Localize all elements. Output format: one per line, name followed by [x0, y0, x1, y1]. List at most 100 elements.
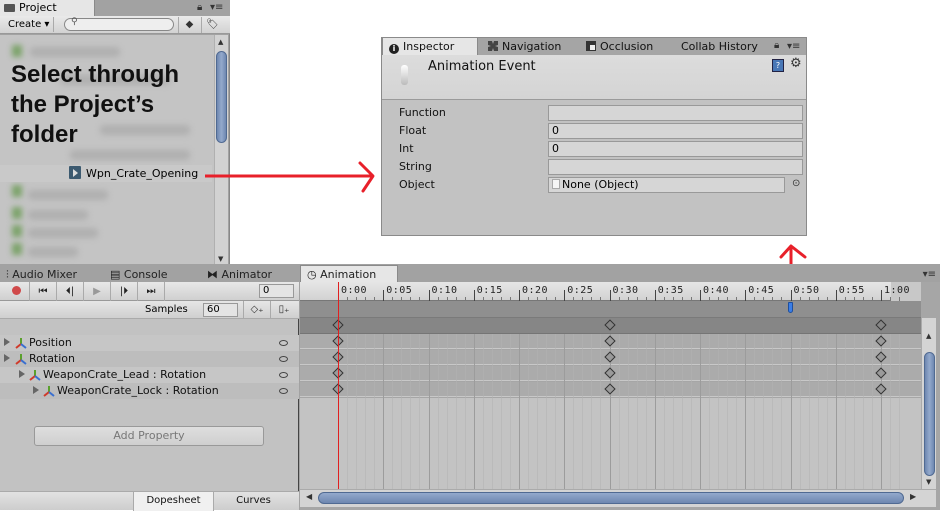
scroll-down-icon[interactable]: ▼: [926, 478, 931, 486]
grid-line-minor: [772, 334, 774, 489]
ruler-tick-major: [881, 290, 882, 301]
expand-arrow-icon[interactable]: [33, 386, 39, 394]
panel-menu-icon[interactable]: ▾≡: [923, 269, 936, 280]
time-ruler[interactable]: 0:00 0:05 0:10 0:15 0:20 0:25 0:30 0:35 0:40 0:45…: [300, 282, 921, 301]
ruler-tick-major: [519, 290, 520, 301]
arrow-right: [205, 161, 375, 193]
tab-dopesheet[interactable]: Dopesheet: [133, 492, 213, 511]
grid-line-minor: [844, 334, 846, 489]
grid-line-minor: [392, 334, 394, 489]
samples-field[interactable]: 60: [203, 303, 238, 317]
grid-line-minor: [681, 334, 683, 489]
grid-line-minor: [808, 334, 810, 489]
tab-console[interactable]: ▤ Console: [110, 267, 168, 282]
playhead[interactable]: [338, 282, 339, 489]
expand-arrow-icon[interactable]: [4, 338, 10, 346]
dopesheet-timeline[interactable]: 0:00 0:05 0:10 0:15 0:20 0:25 0:30 0:35 0:40 0:45…: [300, 282, 940, 510]
tab-animation[interactable]: ◷ Animation: [300, 265, 398, 282]
grid-line-minor: [899, 334, 901, 489]
timeline-horizontal-scrollbar[interactable]: ◀ ▶: [300, 489, 936, 507]
visibility-icon[interactable]: [279, 356, 288, 362]
grid-line-minor: [446, 334, 448, 489]
visibility-icon[interactable]: [279, 372, 288, 378]
grid-line-minor: [871, 334, 873, 489]
grid-line-minor: [718, 334, 720, 489]
samples-label: Samples: [145, 304, 188, 315]
property-row[interactable]: Position: [0, 335, 299, 351]
ruler-tick-major: [654, 290, 656, 301]
grid-line-minor: [419, 334, 421, 489]
tab-label: Console: [123, 268, 168, 281]
view-mode-tabs: Dopesheet Curves: [0, 491, 299, 511]
tab-animator[interactable]: ⧓ Animator: [207, 267, 272, 282]
grid-line-major: [745, 334, 747, 489]
ruler-tick-major: [383, 290, 385, 301]
visibility-icon[interactable]: [279, 388, 288, 394]
ruler-tick-major: [473, 290, 475, 301]
grid-line-minor: [582, 334, 584, 489]
expand-arrow-icon[interactable]: [19, 370, 25, 378]
grid-line-minor: [853, 334, 855, 489]
scrollbar-thumb[interactable]: [318, 492, 904, 504]
grid-line-minor: [528, 334, 530, 489]
ruler-tick-label: 0:55: [838, 285, 865, 296]
record-button[interactable]: [3, 282, 30, 301]
tab-audio-mixer[interactable]: ⫶ Audio Mixer: [6, 267, 77, 282]
ruler-tick-major: [609, 290, 611, 301]
grid-line-major: [473, 334, 475, 489]
play-button[interactable]: ▶: [84, 282, 111, 301]
property-row[interactable]: WeaponCrate_Lead : Rotation: [0, 367, 299, 383]
grid-line-minor: [690, 334, 692, 489]
grid-line-minor: [410, 334, 412, 489]
grid-line-minor: [736, 334, 738, 489]
grid-line-minor: [763, 334, 765, 489]
add-event-button[interactable]: ▯₊: [270, 301, 297, 319]
ruler-tick-label: 0:40: [703, 285, 730, 296]
ruler-tick-label: 1:00: [884, 285, 911, 296]
ruler-tick-label: 0:00: [341, 285, 368, 296]
next-keyframe-button[interactable]: |⏵: [111, 282, 138, 301]
event-lane[interactable]: [300, 301, 921, 318]
property-row[interactable]: Rotation: [0, 351, 299, 367]
grid-line-minor: [754, 334, 756, 489]
timeline-vertical-scrollbar[interactable]: ▲ ▼: [921, 318, 936, 489]
grid-line-minor: [437, 334, 439, 489]
expand-arrow-icon[interactable]: [4, 354, 10, 362]
animation-event-marker[interactable]: [787, 302, 793, 313]
visibility-icon[interactable]: [279, 340, 288, 346]
transform-axis-icon: [15, 354, 27, 365]
ruler-tick-major: [564, 290, 566, 301]
bottom-tabbar: ⫶ Audio Mixer ▤ Console ⧓ Animator ◷ Ani…: [0, 264, 940, 282]
scroll-up-icon[interactable]: ▲: [926, 332, 931, 340]
animation-controls-panel: ⏮ ⏴| ▶ |⏵ ⏭ 0 Samples 60 ◇₊ ▯₊ Position …: [0, 282, 299, 511]
grid-line-minor: [817, 334, 819, 489]
scroll-right-icon[interactable]: ▶: [910, 492, 916, 501]
grid-line-minor: [573, 334, 575, 489]
property-name: WeaponCrate_Lead : Rotation: [43, 368, 207, 381]
grid-line-major: [835, 334, 837, 489]
ruler-tick-major: [790, 290, 792, 301]
property-name: Position: [29, 336, 72, 349]
property-row[interactable]: WeaponCrate_Lock : Rotation: [0, 383, 299, 399]
ruler-tick-major: [745, 290, 747, 301]
current-frame-field[interactable]: 0: [259, 284, 294, 298]
grid-line-minor: [537, 334, 539, 489]
previous-keyframe-button[interactable]: ⏴|: [57, 282, 84, 301]
grid-line-major: [564, 334, 566, 489]
add-keyframe-button[interactable]: ◇₊: [243, 301, 270, 319]
last-keyframe-button[interactable]: ⏭: [138, 282, 165, 301]
scroll-left-icon[interactable]: ◀: [306, 492, 312, 501]
scrollbar-thumb[interactable]: [924, 352, 935, 476]
grid-line-minor: [401, 334, 403, 489]
first-keyframe-button[interactable]: ⏮: [30, 282, 57, 301]
tab-curves[interactable]: Curves: [213, 492, 293, 511]
record-icon: [11, 286, 21, 295]
grid-line-major: [790, 334, 792, 489]
grid-line-minor: [455, 334, 457, 489]
grid-line-minor: [627, 334, 629, 489]
clock-icon: ◷: [307, 268, 321, 281]
grid-line-minor: [862, 334, 864, 489]
grid-line-minor: [491, 334, 493, 489]
add-property-button[interactable]: Add Property: [34, 426, 264, 446]
console-icon: ▤: [110, 268, 124, 281]
